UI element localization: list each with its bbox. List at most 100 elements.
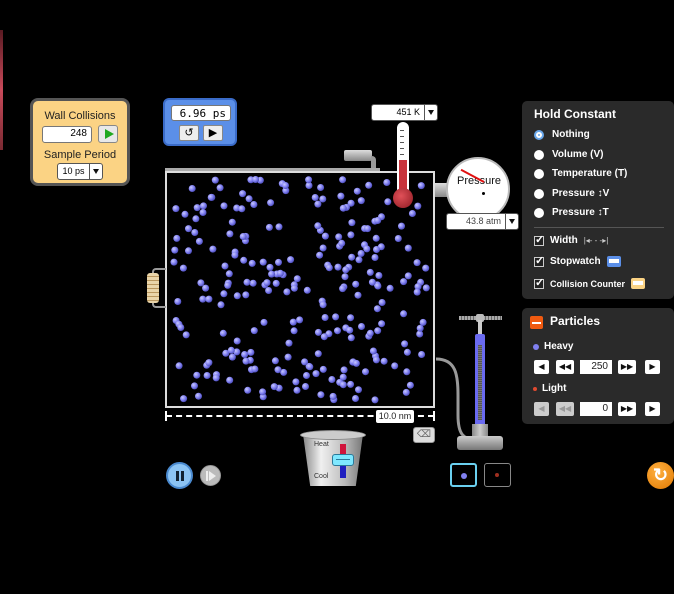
- pump-hose: [435, 357, 474, 441]
- radio-button[interactable]: [534, 207, 544, 218]
- lid-handle[interactable]: [344, 150, 372, 161]
- heavy-particle: [191, 382, 198, 390]
- heavy-particle: [321, 232, 329, 240]
- light-increment-10-button[interactable]: ▶▶: [618, 402, 636, 416]
- radio-volume[interactable]: Volume (V): [534, 149, 603, 160]
- stopwatch[interactable]: 6.96 ps ↺ ▶: [163, 98, 237, 146]
- heavy-particle: [419, 318, 427, 326]
- checkbox-stopwatch[interactable]: Stopwatch: [534, 254, 621, 267]
- checkbox[interactable]: [534, 276, 544, 289]
- heavy-particle: [402, 388, 410, 396]
- radio-pressure-t[interactable]: Pressure ↕T: [534, 207, 609, 218]
- radio-nothing[interactable]: Nothing: [534, 129, 590, 140]
- heavy-particle: [403, 368, 411, 376]
- checkbox[interactable]: [534, 233, 544, 246]
- light-species-toggle[interactable]: [484, 463, 511, 487]
- reset-all-button[interactable]: [647, 462, 674, 489]
- heavy-particle: [319, 195, 327, 203]
- radio-temperature[interactable]: Temperature (T): [534, 168, 627, 179]
- thermometer-bulb: [393, 188, 413, 208]
- heavy-particle: [334, 327, 341, 335]
- pressure-value: 43.8 atm: [465, 216, 501, 226]
- stopwatch-reset-button[interactable]: ↺: [179, 125, 199, 141]
- pause-button[interactable]: [166, 462, 193, 489]
- heavy-particle: [221, 262, 229, 270]
- radio-label: Pressure ↕T: [552, 207, 609, 218]
- heavy-particle: [276, 269, 284, 277]
- pressure-units-select[interactable]: 43.8 atm: [446, 213, 519, 230]
- heavy-decrement-button[interactable]: ◀: [534, 360, 549, 374]
- checkbox-width[interactable]: Width |◂- - -▸|: [534, 233, 608, 246]
- stopwatch-play-button[interactable]: ▶: [203, 125, 223, 141]
- heavy-count-field[interactable]: 250: [580, 360, 612, 374]
- radio-label: Temperature (T): [552, 168, 628, 179]
- chevron-down-icon[interactable]: [424, 105, 437, 120]
- step-button[interactable]: [200, 465, 221, 486]
- heavy-particle: [226, 376, 234, 384]
- chevron-down-icon[interactable]: [88, 164, 102, 179]
- heavy-particle: [193, 371, 201, 379]
- light-decrement-10-button[interactable]: ◀◀: [556, 402, 574, 416]
- heavy-particle: [417, 182, 425, 190]
- heavy-particle: [418, 351, 426, 358]
- temperature-value: 451 K: [396, 107, 420, 117]
- thermometer-tick: [400, 136, 404, 137]
- radio-button[interactable]: [534, 149, 544, 160]
- radio-pressure-v[interactable]: Pressure ↕V: [534, 188, 609, 199]
- sample-period-select[interactable]: 10 ps: [57, 163, 103, 180]
- heavy-particle: [290, 284, 298, 292]
- heavy-particle: [250, 201, 258, 208]
- heavy-particle: [358, 323, 365, 330]
- container-resize-handle[interactable]: [147, 273, 159, 303]
- heavy-particle: [320, 333, 328, 341]
- heavy-particle: [225, 270, 233, 278]
- checkbox[interactable]: [534, 254, 544, 267]
- heavy-particle: [375, 272, 383, 279]
- collision-counter[interactable]: Wall Collisions 248 Sample Period 10 ps: [30, 98, 130, 186]
- heavy-species-toggle[interactable]: [450, 463, 477, 487]
- heavy-particle: [266, 263, 274, 271]
- heavy-particle: [248, 259, 256, 267]
- divider: [534, 227, 664, 228]
- radio-button[interactable]: [534, 188, 544, 199]
- light-increment-button[interactable]: ▶: [645, 402, 660, 416]
- heavy-particle: [305, 176, 313, 184]
- temperature-units-select[interactable]: 451 K: [371, 104, 438, 121]
- heavy-particle: [224, 281, 232, 289]
- heavy-particle: [228, 218, 236, 226]
- checkbox-collision-counter[interactable]: Collision Counter: [534, 276, 645, 289]
- heavy-particle: [217, 301, 225, 309]
- collision-counter-title: Wall Collisions: [44, 110, 116, 122]
- heavy-decrement-10-button[interactable]: ◀◀: [556, 360, 574, 374]
- heavy-particle: [342, 266, 350, 274]
- chevron-down-icon[interactable]: [505, 214, 518, 229]
- radio-button[interactable]: [534, 129, 544, 140]
- heavy-particle: [303, 286, 311, 294]
- heavy-increment-button[interactable]: ▶: [645, 360, 660, 374]
- light-decrement-button[interactable]: ◀: [534, 402, 549, 416]
- heavy-dot-icon: [533, 343, 539, 350]
- heavy-increment-10-button[interactable]: ▶▶: [618, 360, 636, 374]
- heavy-particle: [339, 176, 347, 184]
- heavy-particle: [260, 318, 268, 326]
- eraser-icon: ⌫: [416, 429, 432, 440]
- light-count-field[interactable]: 0: [580, 402, 612, 416]
- collapse-icon[interactable]: [530, 316, 543, 329]
- eraser-button[interactable]: ⌫: [413, 427, 435, 443]
- heavy-particle: [357, 250, 365, 257]
- radio-button[interactable]: [534, 168, 544, 179]
- collision-counter-play-button[interactable]: [98, 125, 118, 143]
- heavy-particle: [334, 263, 342, 271]
- heavy-particle: [403, 348, 411, 356]
- heavy-particle: [233, 292, 241, 300]
- heavy-particle: [172, 205, 180, 213]
- heavy-particle: [341, 273, 349, 281]
- hold-constant-panel: Hold Constant Nothing Volume (V) Tempera…: [522, 101, 674, 299]
- heavy-particle: [401, 340, 409, 348]
- heavy-particle: [239, 190, 247, 198]
- heavy-particle: [245, 195, 253, 203]
- heat-cool-slider[interactable]: [332, 454, 354, 466]
- heavy-particle: [180, 395, 188, 403]
- bucket-rim: [300, 430, 366, 440]
- heavy-particle: [374, 217, 382, 224]
